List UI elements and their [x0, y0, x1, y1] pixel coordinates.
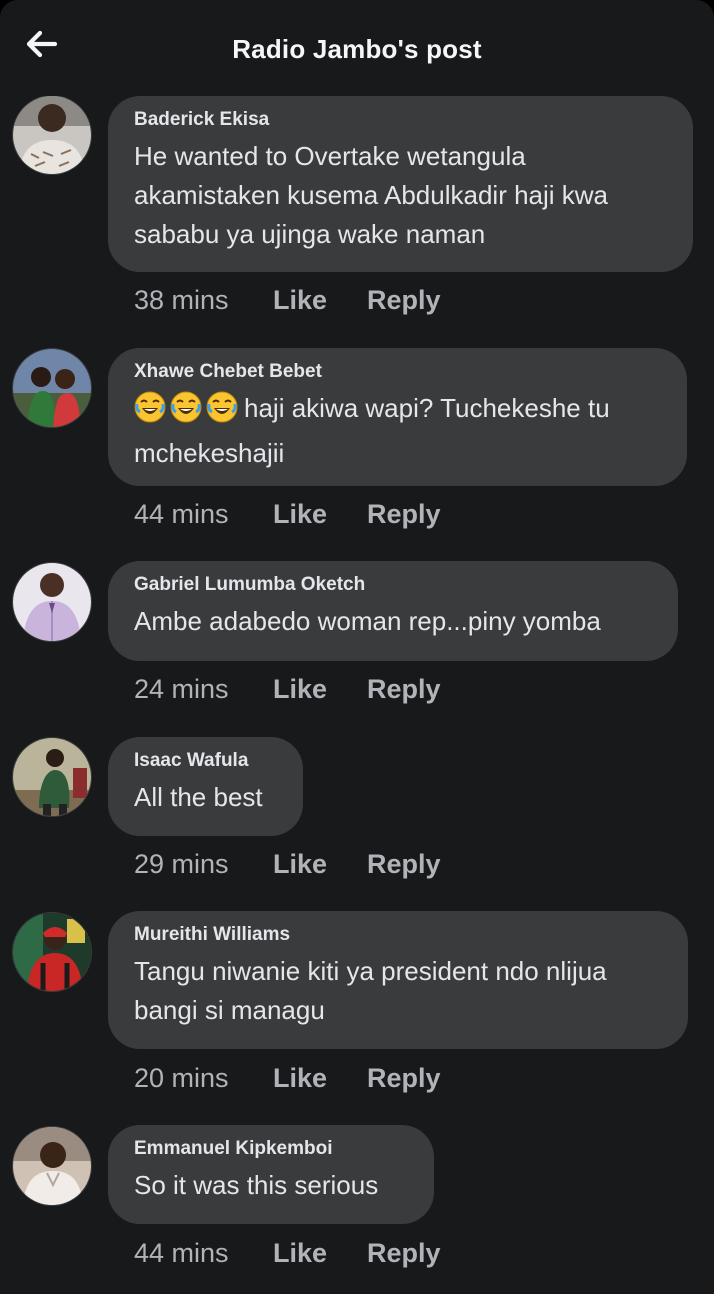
comment-time[interactable]: 38 mins: [134, 285, 273, 316]
like-button[interactable]: Like: [273, 1238, 367, 1269]
like-button[interactable]: Like: [273, 674, 367, 705]
comment-author[interactable]: Xhawe Chebet Bebet: [134, 361, 661, 383]
comment-text: All the best: [134, 782, 263, 812]
comment-text: Ambe adabedo woman rep...piny yomba: [134, 606, 601, 636]
comment-time[interactable]: 29 mins: [134, 849, 273, 880]
reply-button[interactable]: Reply: [367, 499, 441, 530]
comment-actions: 20 mins Like Reply: [134, 1063, 441, 1094]
comment-author[interactable]: Emmanuel Kipkemboi: [134, 1138, 408, 1160]
avatar[interactable]: [12, 912, 92, 992]
comment-actions: 29 mins Like Reply: [134, 849, 441, 880]
comment-bubble[interactable]: Isaac Wafula All the best: [108, 737, 303, 836]
laughing-emoji-icon: [134, 391, 166, 434]
comment-author[interactable]: Mureithi Williams: [134, 924, 662, 946]
comment-actions: 44 mins Like Reply: [134, 499, 441, 530]
avatar[interactable]: [12, 737, 92, 817]
reply-button[interactable]: Reply: [367, 674, 441, 705]
comment-bubble[interactable]: Xhawe Chebet Bebet haji akiwa wapi? Tuch…: [108, 348, 687, 486]
comment-time[interactable]: 24 mins: [134, 674, 273, 705]
comment-author[interactable]: Gabriel Lumumba Oketch: [134, 574, 652, 596]
reply-button[interactable]: Reply: [367, 1238, 441, 1269]
like-button[interactable]: Like: [273, 1063, 367, 1094]
reply-button[interactable]: Reply: [367, 1063, 441, 1094]
avatar[interactable]: [12, 1126, 92, 1206]
reply-button[interactable]: Reply: [367, 849, 441, 880]
top-bar: Radio Jambo's post: [0, 0, 714, 96]
like-button[interactable]: Like: [273, 849, 367, 880]
comment-text: So it was this serious: [134, 1170, 379, 1200]
comment-bubble[interactable]: Emmanuel Kipkemboi So it was this seriou…: [108, 1125, 434, 1224]
reply-button[interactable]: Reply: [367, 285, 441, 316]
comment-text: He wanted to Overtake wetangula akamista…: [134, 141, 609, 249]
laughing-emoji-group: [134, 391, 238, 434]
page-title: Radio Jambo's post: [232, 34, 482, 64]
like-button[interactable]: Like: [273, 285, 367, 316]
avatar[interactable]: [12, 95, 92, 175]
post-comments-screen: Radio Jambo's post Baderick Ekisa He wan…: [0, 0, 714, 1294]
laughing-emoji-icon: [206, 391, 238, 434]
comment-actions: 44 mins Like Reply: [134, 1238, 441, 1269]
avatar[interactable]: [12, 562, 92, 642]
avatar[interactable]: [12, 348, 92, 428]
comment-actions: 24 mins Like Reply: [134, 674, 441, 705]
comment-time[interactable]: 44 mins: [134, 499, 273, 530]
comment-text: Tangu niwanie kiti ya president ndo nlij…: [134, 956, 607, 1025]
comment-time[interactable]: 20 mins: [134, 1063, 273, 1094]
comment-text: haji akiwa wapi? Tuchekeshe tu mchekesha…: [134, 389, 661, 473]
comment-actions: 38 mins Like Reply: [134, 285, 441, 316]
comment-author[interactable]: Baderick Ekisa: [134, 109, 667, 131]
comment-bubble[interactable]: Mureithi Williams Tangu niwanie kiti ya …: [108, 911, 688, 1049]
comment-bubble[interactable]: Baderick Ekisa He wanted to Overtake wet…: [108, 96, 693, 272]
comment-author[interactable]: Isaac Wafula: [134, 750, 277, 772]
comment-time[interactable]: 44 mins: [134, 1238, 273, 1269]
laughing-emoji-icon: [170, 391, 202, 434]
like-button[interactable]: Like: [273, 499, 367, 530]
comment-bubble[interactable]: Gabriel Lumumba Oketch Ambe adabedo woma…: [108, 561, 678, 661]
